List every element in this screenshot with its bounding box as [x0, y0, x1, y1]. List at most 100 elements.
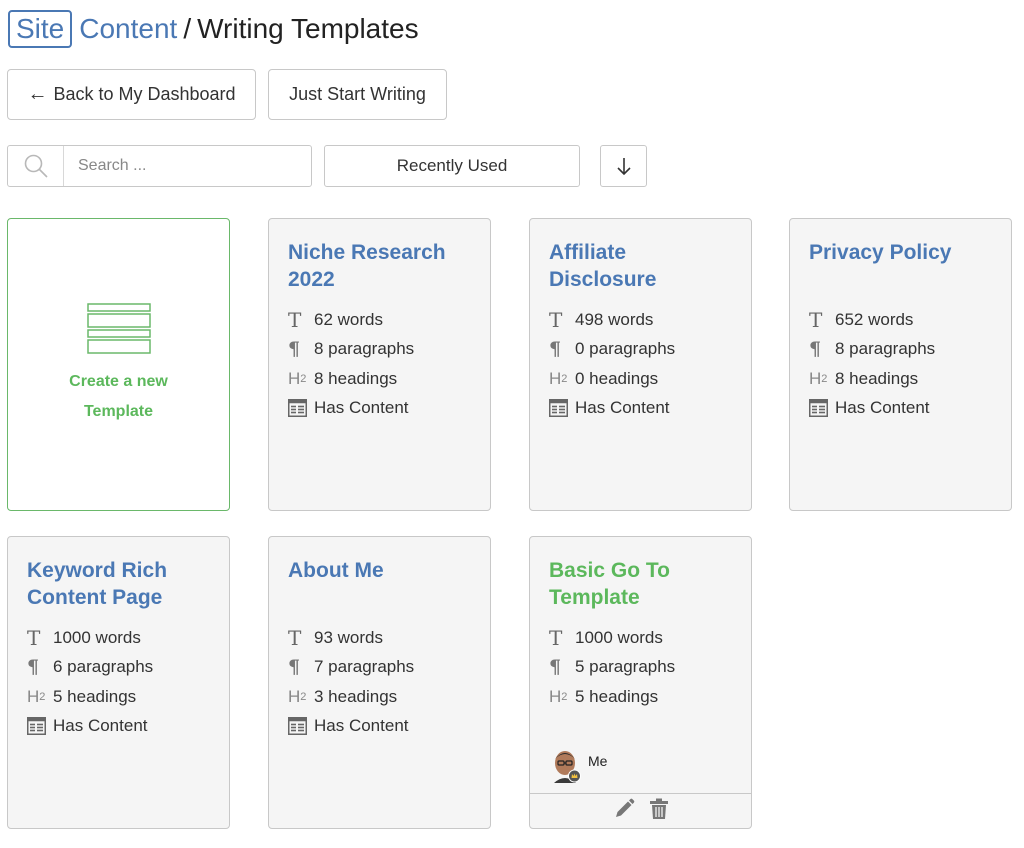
template-title[interactable]: Privacy Policy	[809, 239, 999, 266]
template-card[interactable]: Affiliate Disclosure T 498 words ¶ 0 parag…	[529, 218, 752, 511]
paragraph-icon: ¶	[288, 338, 301, 361]
back-to-dashboard-label: Back to My Dashboard	[53, 84, 236, 104]
heading-icon: H2	[809, 368, 828, 388]
stat-headings-value: 5 headings	[53, 686, 137, 706]
template-card[interactable]: Privacy Policy T 652 words ¶ 8 paragraphs …	[789, 218, 1012, 511]
stat-content-value: Has Content	[314, 398, 409, 418]
template-stats: T 93 words ¶ 7 paragraphs H2 3 headings Has…	[288, 623, 414, 741]
page-header: Site Content / Writing Templates	[8, 10, 419, 48]
avatar[interactable]	[550, 749, 582, 783]
content-icon	[288, 717, 314, 736]
logo-site[interactable]: Site	[8, 10, 73, 48]
stat-paragraphs: ¶ 8 paragraphs	[809, 335, 935, 365]
text-icon: T	[27, 625, 41, 650]
content-icon	[288, 399, 314, 418]
stat-paragraphs-value: 8 paragraphs	[314, 339, 415, 359]
stat-content: Has Content	[288, 712, 414, 742]
heading-icon: H2	[288, 686, 307, 706]
search-input[interactable]	[64, 147, 304, 185]
page-title: Writing Templates	[197, 13, 419, 44]
stat-content: Has Content	[809, 394, 935, 424]
back-to-dashboard-button[interactable]: ← Back to My Dashboard	[7, 69, 256, 120]
template-card[interactable]: About Me T 93 words ¶ 7 paragraphs H2 3 hea…	[268, 536, 491, 829]
stat-content-value: Has Content	[53, 716, 148, 736]
paragraph-icon: ¶	[27, 656, 40, 679]
stat-words: T 1000 words	[549, 623, 675, 653]
stat-words-value: 498 words	[575, 309, 654, 329]
paragraph-icon: ¶	[549, 338, 562, 361]
search-icon[interactable]	[8, 146, 64, 186]
template-card[interactable]: Niche Research 2022 T 62 words ¶ 8 paragra…	[268, 218, 491, 511]
stat-paragraphs-value: 6 paragraphs	[53, 657, 154, 677]
stat-words: T 62 words	[288, 305, 414, 335]
stat-words-value: 93 words	[314, 627, 383, 647]
stat-words: T 652 words	[809, 305, 935, 335]
stat-headings: H2 0 headings	[549, 364, 675, 394]
stat-paragraphs: ¶ 8 paragraphs	[288, 335, 414, 365]
template-title[interactable]: Affiliate Disclosure	[549, 239, 739, 293]
create-template-line1: Create a new	[69, 372, 168, 390]
stat-content: Has Content	[27, 712, 153, 742]
stat-paragraphs-value: 5 paragraphs	[575, 657, 676, 677]
stat-headings-value: 5 headings	[575, 686, 659, 706]
stat-headings-value: 0 headings	[575, 368, 659, 388]
template-card[interactable]: Basic Go To Template T 1000 words ¶ 5 para…	[529, 536, 752, 829]
sort-direction-button[interactable]	[600, 145, 647, 187]
stat-headings-value: 8 headings	[314, 368, 398, 388]
delete-icon[interactable]	[649, 798, 669, 825]
stat-headings: H2 8 headings	[288, 364, 414, 394]
stat-words-value: 1000 words	[575, 627, 663, 647]
heading-icon: H2	[27, 686, 46, 706]
title-separator: /	[183, 13, 192, 44]
stat-words: T 1000 words	[27, 623, 153, 653]
template-stats: T 1000 words ¶ 6 paragraphs H2 5 headings H…	[27, 623, 153, 741]
arrow-down-icon	[616, 158, 631, 176]
stat-words-value: 652 words	[835, 309, 914, 329]
paragraph-icon: ¶	[549, 656, 562, 679]
paragraph-icon: ¶	[809, 338, 822, 361]
sort-select[interactable]: Recently Used	[324, 145, 580, 187]
stat-headings: H2 5 headings	[27, 682, 153, 712]
text-icon: T	[549, 625, 563, 650]
template-stats: T 62 words ¶ 8 paragraphs H2 8 headings Has…	[288, 305, 414, 423]
template-title[interactable]: Basic Go To Template	[549, 557, 739, 611]
edit-icon[interactable]	[613, 798, 635, 825]
content-icon	[27, 717, 53, 736]
create-template-label: Create a new Template	[69, 367, 168, 427]
content-icon	[549, 399, 575, 418]
create-template-line2: Template	[83, 402, 154, 420]
stat-words-value: 62 words	[314, 309, 383, 329]
stat-paragraphs: ¶ 6 paragraphs	[27, 653, 153, 683]
stat-words-value: 1000 words	[53, 627, 141, 647]
create-template-card[interactable]: Create a new Template	[7, 218, 230, 511]
stat-headings-value: 8 headings	[835, 368, 919, 388]
stat-headings: H2 5 headings	[549, 682, 675, 712]
stat-words: T 498 words	[549, 305, 675, 335]
stat-content-value: Has Content	[314, 716, 409, 736]
template-title[interactable]: About Me	[288, 557, 478, 584]
stat-headings: H2 3 headings	[288, 682, 414, 712]
text-icon: T	[288, 307, 302, 332]
text-icon: T	[549, 307, 563, 332]
stat-words: T 93 words	[288, 623, 414, 653]
owner-name: Me	[588, 753, 608, 769]
stat-headings-value: 3 headings	[314, 686, 398, 706]
template-title[interactable]: Keyword Rich Content Page	[27, 557, 217, 611]
stat-content-value: Has Content	[575, 398, 670, 418]
stat-paragraphs: ¶ 0 paragraphs	[549, 335, 675, 365]
paragraph-icon: ¶	[288, 656, 301, 679]
just-start-writing-button[interactable]: Just Start Writing	[268, 69, 447, 120]
template-title[interactable]: Niche Research 2022	[288, 239, 478, 293]
stat-paragraphs-value: 8 paragraphs	[835, 339, 936, 359]
heading-icon: H2	[549, 686, 568, 706]
stat-paragraphs: ¶ 7 paragraphs	[288, 653, 414, 683]
stat-content: Has Content	[288, 394, 414, 424]
heading-icon: H2	[549, 368, 568, 388]
stat-content-value: Has Content	[835, 398, 930, 418]
stat-paragraphs-value: 7 paragraphs	[314, 657, 415, 677]
logo-content[interactable]: Content	[79, 13, 177, 45]
template-card[interactable]: Keyword Rich Content Page T 1000 words ¶ 6…	[7, 536, 230, 829]
just-start-writing-label: Just Start Writing	[289, 84, 426, 104]
sort-select-value: Recently Used	[396, 156, 508, 175]
template-owner: Me	[550, 749, 607, 783]
